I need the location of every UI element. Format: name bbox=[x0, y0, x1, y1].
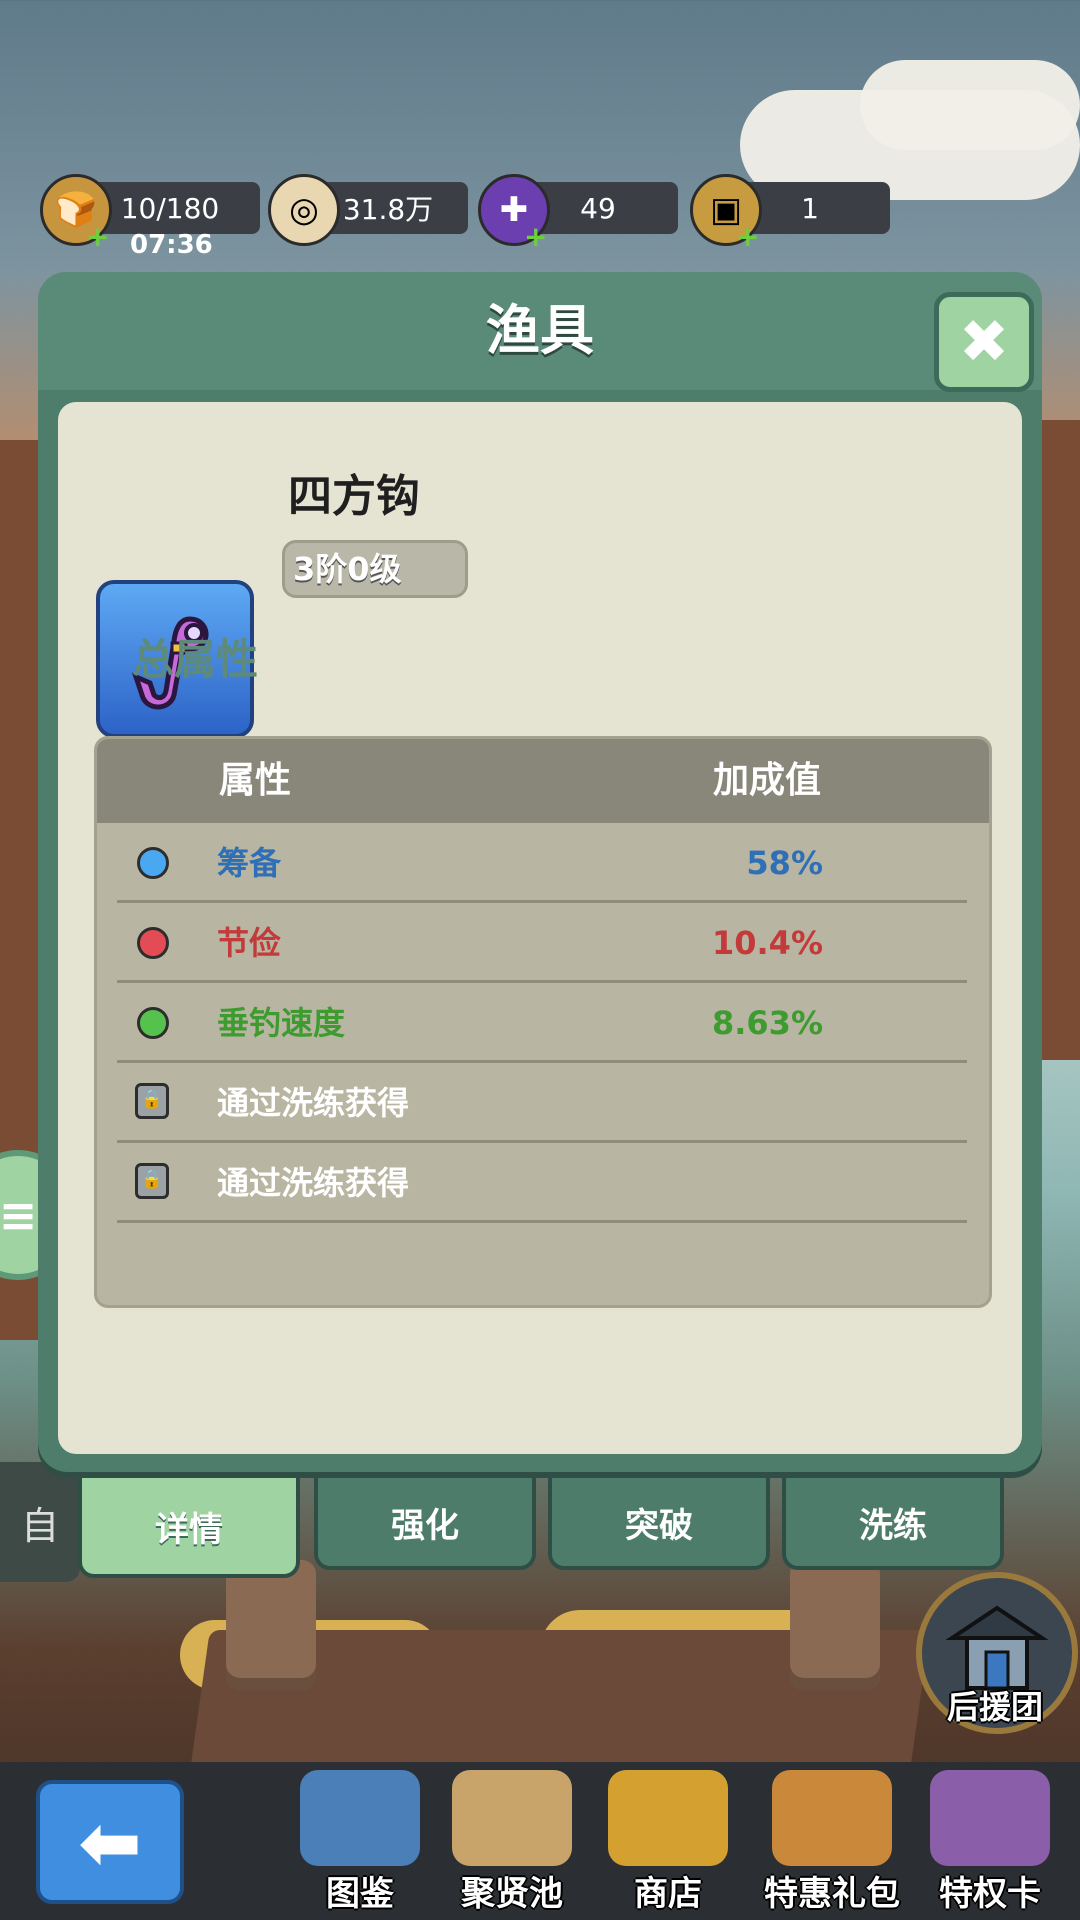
cloud bbox=[860, 60, 1080, 150]
book-icon bbox=[300, 1770, 420, 1866]
add-gem-icon[interactable]: + bbox=[524, 223, 547, 251]
vipcard-icon bbox=[930, 1770, 1050, 1866]
menu-icon: ≡ bbox=[0, 1188, 38, 1242]
resource-gem[interactable]: 49 ✚ + bbox=[478, 174, 678, 251]
section-title: 总属性 bbox=[132, 635, 259, 684]
treasure-value: 1 bbox=[801, 191, 819, 225]
attribute-name: 筹备 bbox=[217, 844, 282, 882]
attribute-table: 属性 加成值 筹备 58% 节俭 10.4% 垂钓速度 8.63% 🔒 通过洗练获得 🔒 通过洗练… bbox=[94, 736, 992, 1308]
auto-button[interactable]: 自 bbox=[0, 1462, 80, 1582]
tab-details[interactable]: 详情 bbox=[78, 1474, 300, 1578]
nav-item-recruit[interactable]: 聚贤池 bbox=[442, 1770, 582, 1914]
close-button[interactable]: ✖ bbox=[934, 292, 1034, 392]
map-icon bbox=[452, 1770, 572, 1866]
table-row: 🔒 通过洗练获得 bbox=[97, 1143, 989, 1223]
close-icon: ✖ bbox=[958, 307, 1010, 377]
resource-stamina[interactable]: 10/180 🍞 + bbox=[40, 174, 260, 251]
nav-item-vip-card[interactable]: 特权卡 bbox=[920, 1770, 1060, 1914]
nav-item-gift-pack[interactable]: 特惠礼包 bbox=[762, 1770, 902, 1914]
add-stamina-icon[interactable]: + bbox=[86, 223, 109, 251]
coin-value: 31.8万 bbox=[342, 193, 434, 226]
tab-enhance[interactable]: 强化 bbox=[314, 1474, 536, 1570]
panel-title: 渔具 bbox=[486, 299, 594, 362]
coin-icon: ◎ bbox=[268, 174, 340, 246]
auto-label: 自 bbox=[20, 1503, 59, 1548]
attribute-value: 8.63% bbox=[711, 1004, 823, 1042]
stamina-timer: 07:36 bbox=[130, 230, 213, 260]
item-name: 四方钩 bbox=[288, 471, 420, 522]
resource-treasure[interactable]: 1 ▣ + bbox=[690, 174, 890, 251]
lock-icon: 🔒 bbox=[135, 1083, 169, 1119]
tab-breakthrough[interactable]: 突破 bbox=[548, 1474, 770, 1570]
back-button[interactable]: ⬅ bbox=[36, 1780, 184, 1904]
arrow-left-icon: ⬅ bbox=[78, 1797, 142, 1887]
item-level-badge: 3阶0级 bbox=[282, 540, 468, 598]
attribute-name: 通过洗练获得 bbox=[217, 1084, 410, 1122]
table-row: 垂钓速度 8.63% bbox=[97, 983, 989, 1063]
gem-value: 49 bbox=[580, 191, 616, 225]
tab-refine[interactable]: 洗练 bbox=[782, 1474, 1004, 1570]
attribute-dot-icon bbox=[137, 847, 169, 879]
resource-coin[interactable]: 31.8万 ◎ bbox=[268, 174, 468, 246]
shop-icon bbox=[608, 1770, 728, 1866]
header-bonus: 加成值 bbox=[713, 760, 822, 801]
nav-label: 聚贤池 bbox=[461, 1874, 563, 1914]
rescue-team-label: 后援团 bbox=[946, 1688, 1043, 1726]
nav-item-handbook[interactable]: 图鉴 bbox=[290, 1770, 430, 1914]
table-row: 节俭 10.4% bbox=[97, 903, 989, 983]
table-header: 属性 加成值 bbox=[97, 739, 989, 823]
attribute-name: 垂钓速度 bbox=[217, 1004, 346, 1042]
row-divider bbox=[117, 1220, 967, 1223]
lock-icon: 🔒 bbox=[135, 1163, 169, 1199]
attribute-value: 58% bbox=[746, 844, 823, 882]
nav-label: 图鉴 bbox=[326, 1874, 394, 1914]
attribute-dot-icon bbox=[137, 927, 169, 959]
stamina-value: 10/180 bbox=[120, 191, 220, 225]
attribute-dot-icon bbox=[137, 1007, 169, 1039]
table-row: 筹备 58% bbox=[97, 823, 989, 903]
nav-label: 特惠礼包 bbox=[764, 1874, 900, 1914]
attribute-name: 通过洗练获得 bbox=[217, 1164, 410, 1202]
giftpack-icon bbox=[772, 1770, 892, 1866]
dock-post bbox=[790, 1560, 880, 1690]
attribute-name: 节俭 bbox=[217, 924, 282, 962]
header-attribute: 属性 bbox=[219, 760, 292, 801]
table-row: 🔒 通过洗练获得 bbox=[97, 1063, 989, 1143]
attribute-value: 10.4% bbox=[711, 924, 823, 962]
dock-post bbox=[226, 1560, 316, 1690]
add-treasure-icon[interactable]: + bbox=[736, 223, 759, 251]
nav-label: 特权卡 bbox=[939, 1874, 1041, 1914]
nav-item-shop[interactable]: 商店 bbox=[598, 1770, 738, 1914]
nav-label: 商店 bbox=[634, 1874, 702, 1914]
